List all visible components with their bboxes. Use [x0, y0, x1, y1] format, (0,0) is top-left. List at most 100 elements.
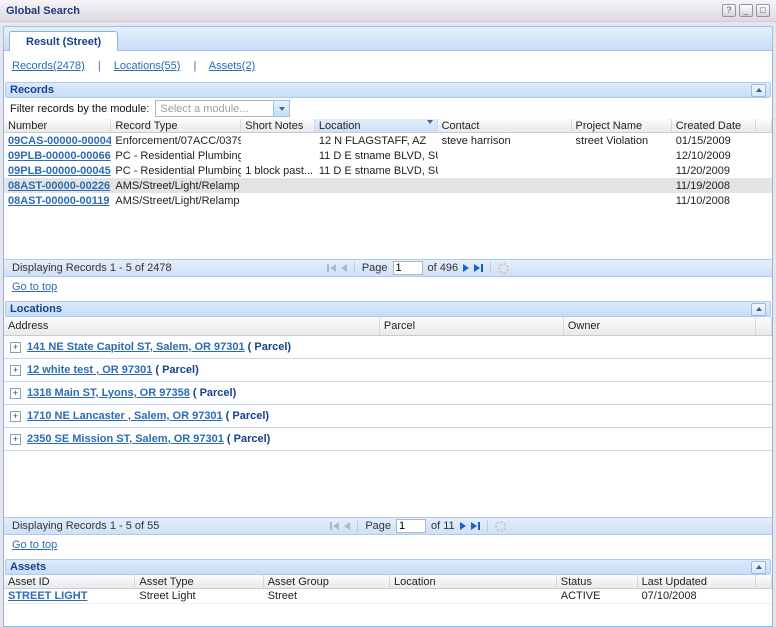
page-number-input[interactable] [396, 519, 426, 533]
expand-plus-icon[interactable]: + [10, 365, 21, 376]
record-number-link[interactable]: 09CAS-00000-00004 [8, 135, 111, 147]
parcel-suffix-label: ( Parcel) [226, 410, 269, 422]
page-number-input[interactable] [393, 261, 423, 275]
last-page-button[interactable] [471, 522, 480, 530]
record-row[interactable]: 08AST-00000-00119 AMS/Street/Light/Relam… [4, 193, 772, 208]
locations-collapse-button[interactable] [751, 303, 766, 316]
prev-page-button[interactable] [344, 522, 350, 530]
record-row[interactable]: 09CAS-00000-00004 Enforcement/07ACC/0379… [4, 133, 772, 148]
page-label: Page [365, 520, 391, 532]
location-address-link[interactable]: 2350 SE Mission ST, Salem, OR 97301 [27, 433, 224, 445]
assets-count-link[interactable]: Assets(2) [209, 60, 255, 72]
location-address-link[interactable]: 141 NE State Capitol ST, Salem, OR 97301 [27, 341, 245, 353]
col-header-contact[interactable]: Contact [438, 119, 572, 133]
contact-cell [438, 163, 572, 178]
location-row[interactable]: + 1710 NE Lancaster , Salem, OR 97301 ( … [4, 405, 772, 428]
records-goto-row: Go to top [4, 277, 772, 301]
next-page-button[interactable] [460, 522, 466, 530]
prev-page-button[interactable] [341, 264, 347, 272]
col-header-created-date[interactable]: Created Date [672, 119, 756, 133]
short-notes-cell [241, 193, 315, 208]
project-name-cell [572, 148, 672, 163]
record-row[interactable]: 09PLB-00000-00045 PC - Residential Plumb… [4, 163, 772, 178]
asset-location-cell [390, 589, 557, 604]
pager-separator [354, 262, 355, 274]
location-address-link[interactable]: 1318 Main ST, Lyons, OR 97358 [27, 387, 190, 399]
module-filter-dropdown-button[interactable] [273, 100, 290, 117]
first-page-button[interactable] [327, 264, 336, 272]
created-date-cell: 11/10/2008 [672, 193, 756, 208]
record-number-link[interactable]: 09PLB-00000-00045 [8, 165, 111, 177]
col-header-address[interactable]: Address [4, 317, 380, 336]
asset-id-link[interactable]: STREET LIGHT [8, 590, 87, 602]
first-page-button[interactable] [330, 522, 339, 530]
col-header-asset-group[interactable]: Asset Group [264, 575, 390, 589]
link-separator: | [98, 60, 101, 72]
col-header-asset-type[interactable]: Asset Type [135, 575, 263, 589]
record-number-link[interactable]: 08AST-00000-00226 [8, 180, 110, 192]
record-type-cell: Enforcement/07ACC/03799/C... [111, 133, 241, 148]
expand-plus-icon[interactable]: + [10, 388, 21, 399]
location-address-link[interactable]: 12 white test , OR 97301 [27, 364, 152, 376]
record-number-link[interactable]: 09PLB-00000-00066 [8, 150, 111, 162]
col-header-asset-id[interactable]: Asset ID [4, 575, 135, 589]
go-to-top-link[interactable]: Go to top [12, 539, 57, 551]
next-page-button[interactable] [463, 264, 469, 272]
col-header-owner[interactable]: Owner [564, 317, 756, 336]
refresh-icon[interactable] [495, 521, 506, 532]
parcel-suffix-label: ( Parcel) [227, 433, 270, 445]
asset-group-cell: Street [264, 589, 390, 604]
assets-collapse-button[interactable] [751, 561, 766, 574]
global-search-window: Global Search ? _ □ Result (Street) Reco… [0, 0, 776, 627]
minimize-button[interactable]: _ [739, 4, 753, 17]
location-row[interactable]: + 1318 Main ST, Lyons, OR 97358 ( Parcel… [4, 382, 772, 405]
records-header-row: Number Record Type Short Notes Location … [4, 119, 772, 133]
col-header-status[interactable]: Status [557, 575, 638, 589]
record-type-cell: AMS/Street/Light/Relamp [111, 193, 241, 208]
location-row[interactable]: + 12 white test , OR 97301 ( Parcel) [4, 359, 772, 382]
created-date-cell: 12/10/2009 [672, 148, 756, 163]
records-section-title: Records [10, 84, 54, 96]
asset-last-updated-cell: 07/10/2008 [638, 589, 756, 604]
col-header-parcel[interactable]: Parcel [380, 317, 564, 336]
record-row[interactable]: 09PLB-00000-00066 PC - Residential Plumb… [4, 148, 772, 163]
short-notes-cell [241, 133, 315, 148]
location-row[interactable]: + 141 NE State Capitol ST, Salem, OR 973… [4, 336, 772, 359]
location-address-link[interactable]: 1710 NE Lancaster , Salem, OR 97301 [27, 410, 223, 422]
record-number-link[interactable]: 08AST-00000-00119 [8, 195, 110, 207]
location-cell: 12 N FLAGSTAFF, AZ [315, 133, 438, 148]
col-header-short-notes[interactable]: Short Notes [241, 119, 315, 133]
pager-separator [487, 520, 488, 532]
refresh-icon[interactable] [498, 263, 509, 274]
expand-plus-icon[interactable]: + [10, 434, 21, 445]
expand-plus-icon[interactable]: + [10, 411, 21, 422]
records-pager-status: Displaying Records 1 - 5 of 2478 [12, 262, 172, 274]
location-cell: 11 D E stname BLVD, SUITE u... [315, 163, 438, 178]
last-page-button[interactable] [474, 264, 483, 272]
expand-plus-icon[interactable]: + [10, 342, 21, 353]
location-column-menu-icon[interactable] [427, 124, 433, 133]
col-header-location[interactable]: Location [390, 575, 557, 589]
location-row[interactable]: + 2350 SE Mission ST, Salem, OR 97301 ( … [4, 428, 772, 451]
tab-result-street[interactable]: Result (Street) [9, 31, 118, 51]
record-row-selected[interactable]: 08AST-00000-00226 AMS/Street/Light/Relam… [4, 178, 772, 193]
col-header-record-type[interactable]: Record Type [111, 119, 241, 133]
module-filter-input[interactable] [155, 100, 273, 117]
records-filter-row: Filter records by the module: [4, 98, 772, 119]
col-header-number[interactable]: Number [4, 119, 111, 133]
records-table: Number Record Type Short Notes Location … [4, 119, 772, 208]
maximize-button[interactable]: □ [756, 4, 770, 17]
locations-pager-status: Displaying Records 1 - 5 of 55 [12, 520, 159, 532]
parcel-suffix-label: ( Parcel) [193, 387, 236, 399]
go-to-top-link[interactable]: Go to top [12, 281, 57, 293]
location-cell [315, 178, 438, 193]
col-header-project-name[interactable]: Project Name [572, 119, 672, 133]
records-count-link[interactable]: Records(2478) [12, 60, 85, 72]
locations-count-link[interactable]: Locations(55) [114, 60, 181, 72]
col-header-location[interactable]: Location [315, 119, 438, 133]
asset-row[interactable]: STREET LIGHT Street Light Street ACTIVE … [4, 589, 772, 604]
col-header-last-updated[interactable]: Last Updated [638, 575, 756, 589]
records-collapse-button[interactable] [751, 84, 766, 97]
help-button[interactable]: ? [722, 4, 736, 17]
records-empty-area [4, 208, 772, 259]
